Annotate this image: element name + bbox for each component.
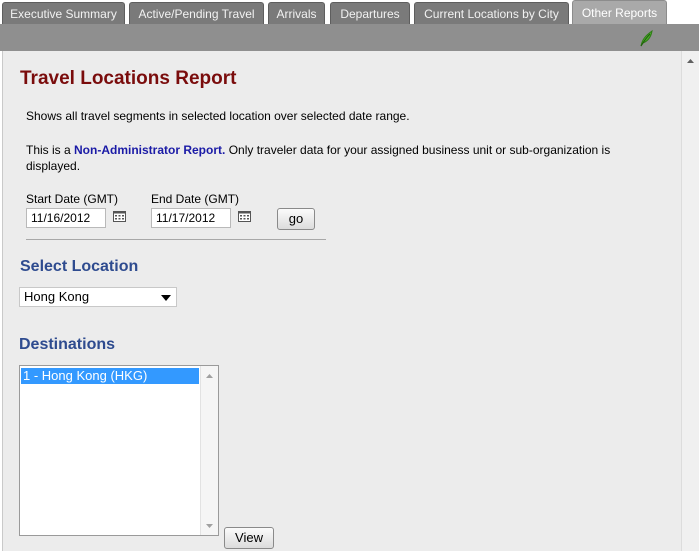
leaf-help-icon[interactable] [637, 28, 655, 48]
destinations-heading: Destinations [19, 336, 116, 353]
view-button[interactable]: View [224, 527, 274, 549]
location-select[interactable]: Hong Kong [19, 287, 177, 307]
location-select-value: Hong Kong [24, 289, 90, 304]
tab-executive-summary[interactable]: Executive Summary [2, 2, 125, 24]
list-item[interactable]: 1 - Hong Kong (HKG) [21, 368, 199, 384]
calendar-icon[interactable] [238, 210, 251, 222]
go-button[interactable]: go [277, 208, 315, 230]
end-date-input[interactable]: 11/17/2012 [151, 208, 231, 228]
destinations-listbox[interactable]: 1 - Hong Kong (HKG) [19, 365, 219, 536]
tab-active-pending-travel[interactable]: Active/Pending Travel [129, 2, 264, 24]
scroll-up-arrow-icon[interactable] [201, 370, 218, 382]
tab-other-reports[interactable]: Other Reports [572, 0, 667, 26]
divider [26, 239, 326, 240]
report-note: This is a Non-Administrator Report. Only… [26, 143, 611, 173]
calendar-icon[interactable] [113, 210, 126, 222]
select-location-heading: Select Location [20, 258, 139, 275]
tab-current-locations-by-city[interactable]: Current Locations by City [414, 2, 569, 24]
non-admin-highlight: Non-Administrator Report. [74, 143, 226, 157]
chevron-down-icon [161, 295, 171, 301]
scroll-up-arrow-icon[interactable] [682, 55, 699, 67]
page-scrollbar[interactable] [681, 51, 699, 551]
listbox-scrollbar[interactable] [200, 366, 218, 535]
tab-arrivals[interactable]: Arrivals [268, 2, 325, 24]
toolbar [0, 24, 699, 51]
report-description: Shows all travel segments in selected lo… [26, 109, 410, 123]
tab-departures[interactable]: Departures [330, 2, 410, 24]
page-title: Travel Locations Report [20, 68, 237, 89]
end-date-label: End Date (GMT) [151, 192, 240, 206]
tab-bar: Executive Summary Active/Pending Travel … [0, 0, 699, 26]
start-date-label: Start Date (GMT) [26, 192, 119, 206]
start-date-input[interactable]: 11/16/2012 [26, 208, 106, 228]
scroll-down-arrow-icon[interactable] [201, 520, 218, 532]
